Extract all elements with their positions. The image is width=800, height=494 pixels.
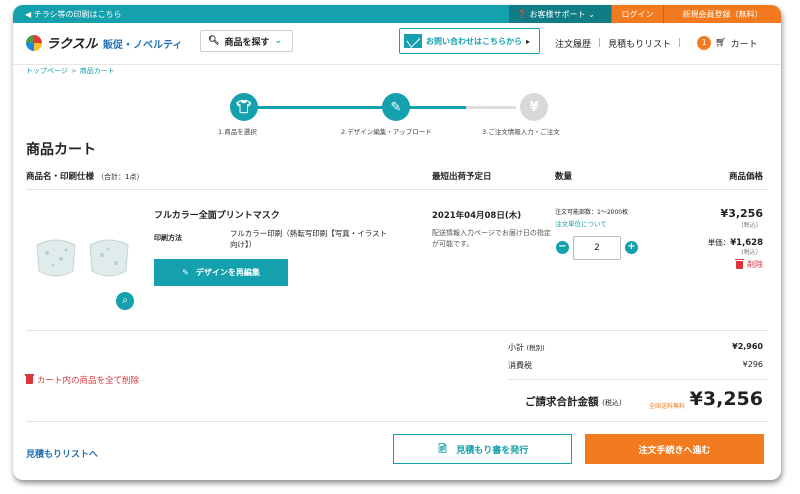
mask-image-back	[89, 239, 129, 277]
chevron-down-icon: ⌄	[274, 36, 282, 46]
ship-date: 2021年04月08日(木)	[432, 211, 522, 221]
trash-icon	[735, 258, 744, 269]
price-tax-note: (税込)	[741, 222, 758, 229]
estimate-list-link[interactable]: 見積もりリストへ	[26, 447, 98, 460]
cart-icon: 🛒︎	[715, 38, 727, 48]
print-method-value: フルカラー印刷（熱転写印刷【写真・イラスト向け】）	[230, 229, 388, 249]
top-bar: ◀ チラシ等の印刷はこちら ❓ お客様サポート ⌄ ログイン 新規会員登録（無料…	[13, 5, 781, 23]
checkout-button[interactable]: 注文手続きへ進む	[585, 434, 764, 464]
step-label: 2.デザイン編集・アップロード	[341, 128, 432, 136]
subtotal-label: 小計 (税別)	[508, 343, 545, 352]
product-name: フルカラー全面プリントマスク	[154, 211, 280, 221]
logo[interactable]: ラクスル	[26, 33, 98, 52]
breadcrumb-home[interactable]: トップページ	[26, 67, 68, 75]
logo-icon	[26, 34, 42, 51]
mask-image-front	[36, 239, 76, 277]
header: ラクスル 販促・ノベルティ 🔍︎ 商品を探す ⌄ お問い合わせはこちらから ▸ …	[13, 23, 781, 65]
tax-label: 消費税	[508, 361, 532, 370]
tshirt-icon: 👕︎	[230, 93, 258, 121]
register-button[interactable]: 新規会員登録（無料）	[664, 5, 781, 23]
breadcrumb-current[interactable]: 商品カート	[80, 67, 115, 75]
header-nav: 注文履歴 | 見積もりリスト | 1 🛒︎ カート	[555, 36, 758, 50]
ship-note: 配送情報入力ページでお届け日の指定が可能です。	[432, 229, 551, 248]
total-value: ¥3,256	[689, 388, 763, 410]
delete-item-button[interactable]: 削除	[735, 258, 763, 270]
tagline[interactable]: 販促・ノベルティ	[103, 36, 182, 51]
support-menu[interactable]: ❓ お客様サポート ⌄	[509, 5, 611, 23]
step-label: 3.ご注文情報入力・ご注文	[482, 128, 560, 136]
document-icon: 📄︎	[436, 444, 449, 454]
cart-link[interactable]: カート	[731, 37, 758, 50]
step-line-pending	[466, 106, 516, 109]
mail-icon	[404, 34, 422, 48]
pencil-icon: ✎	[382, 93, 410, 121]
chevron-down-icon: ⌄	[588, 10, 595, 19]
edit-icon: ✎	[182, 268, 189, 277]
qty-unit-link[interactable]: 注文単位について	[555, 218, 607, 228]
contact-button[interactable]: お問い合わせはこちらから ▸	[399, 28, 540, 54]
tax-value: ¥296	[742, 360, 763, 369]
col-price: 商品価格	[728, 172, 763, 182]
qty-range: 注文可能部数：1〜2000枚	[555, 209, 629, 216]
search-icon: 🔍︎	[208, 36, 220, 46]
cart-count-badge: 1	[697, 36, 712, 50]
clear-cart-button[interactable]: カート内の商品を全て削除	[25, 374, 139, 386]
free-shipping-note: 全国送料無料	[649, 403, 686, 410]
page-title: 商品カート	[26, 142, 96, 158]
trash-icon	[25, 374, 34, 384]
issue-estimate-button[interactable]: 📄︎ 見積もり書を発行	[393, 434, 572, 464]
col-quantity: 数量	[555, 172, 573, 182]
cart-page: ◀ チラシ等の印刷はこちら ❓ お客様サポート ⌄ ログイン 新規会員登録（無料…	[13, 5, 781, 480]
unit-tax-note: (税込)	[741, 249, 758, 256]
divider	[26, 330, 768, 331]
quantity-input[interactable]: 2	[573, 236, 621, 260]
minus-button[interactable]: −	[556, 241, 569, 254]
subtotal-value: ¥2,960	[732, 342, 763, 351]
estimate-list-link[interactable]: 見積もりリスト	[608, 37, 671, 50]
plus-button[interactable]: +	[625, 241, 638, 254]
step-line-done	[246, 106, 382, 109]
flyer-link[interactable]: ◀ チラシ等の印刷はこちら	[25, 9, 122, 20]
divider	[26, 189, 768, 190]
breadcrumb: トップページ > 商品カート	[26, 67, 115, 75]
divider	[26, 421, 768, 422]
col-ship-date: 最短出荷予定日	[432, 172, 492, 182]
redesign-button[interactable]: ✎ デザインを再編集	[154, 259, 288, 286]
print-method-label: 印刷方法	[154, 234, 182, 242]
yen-icon: ¥	[520, 93, 548, 121]
divider	[508, 379, 768, 380]
login-button[interactable]: ログイン	[612, 5, 663, 23]
step-label: 1.商品を選択	[218, 128, 257, 136]
total-label: ご請求合計金額 (税込)	[525, 396, 622, 408]
arrow-right-icon: ▸	[526, 36, 531, 46]
col-product: 商品名・印刷仕様 （合計：1点）	[26, 172, 144, 182]
order-history-link[interactable]: 注文履歴	[555, 37, 591, 50]
help-icon: ❓	[517, 10, 527, 19]
item-price: ¥3,256	[720, 207, 763, 220]
progress-steps: 👕︎ ✎ ¥ 1.商品を選択 2.デザイン編集・アップロード 3.ご注文情報入力…	[218, 93, 560, 136]
search-products-button[interactable]: 🔍︎ 商品を探す ⌄	[200, 30, 293, 52]
zoom-icon[interactable]: ⌕	[116, 292, 134, 310]
